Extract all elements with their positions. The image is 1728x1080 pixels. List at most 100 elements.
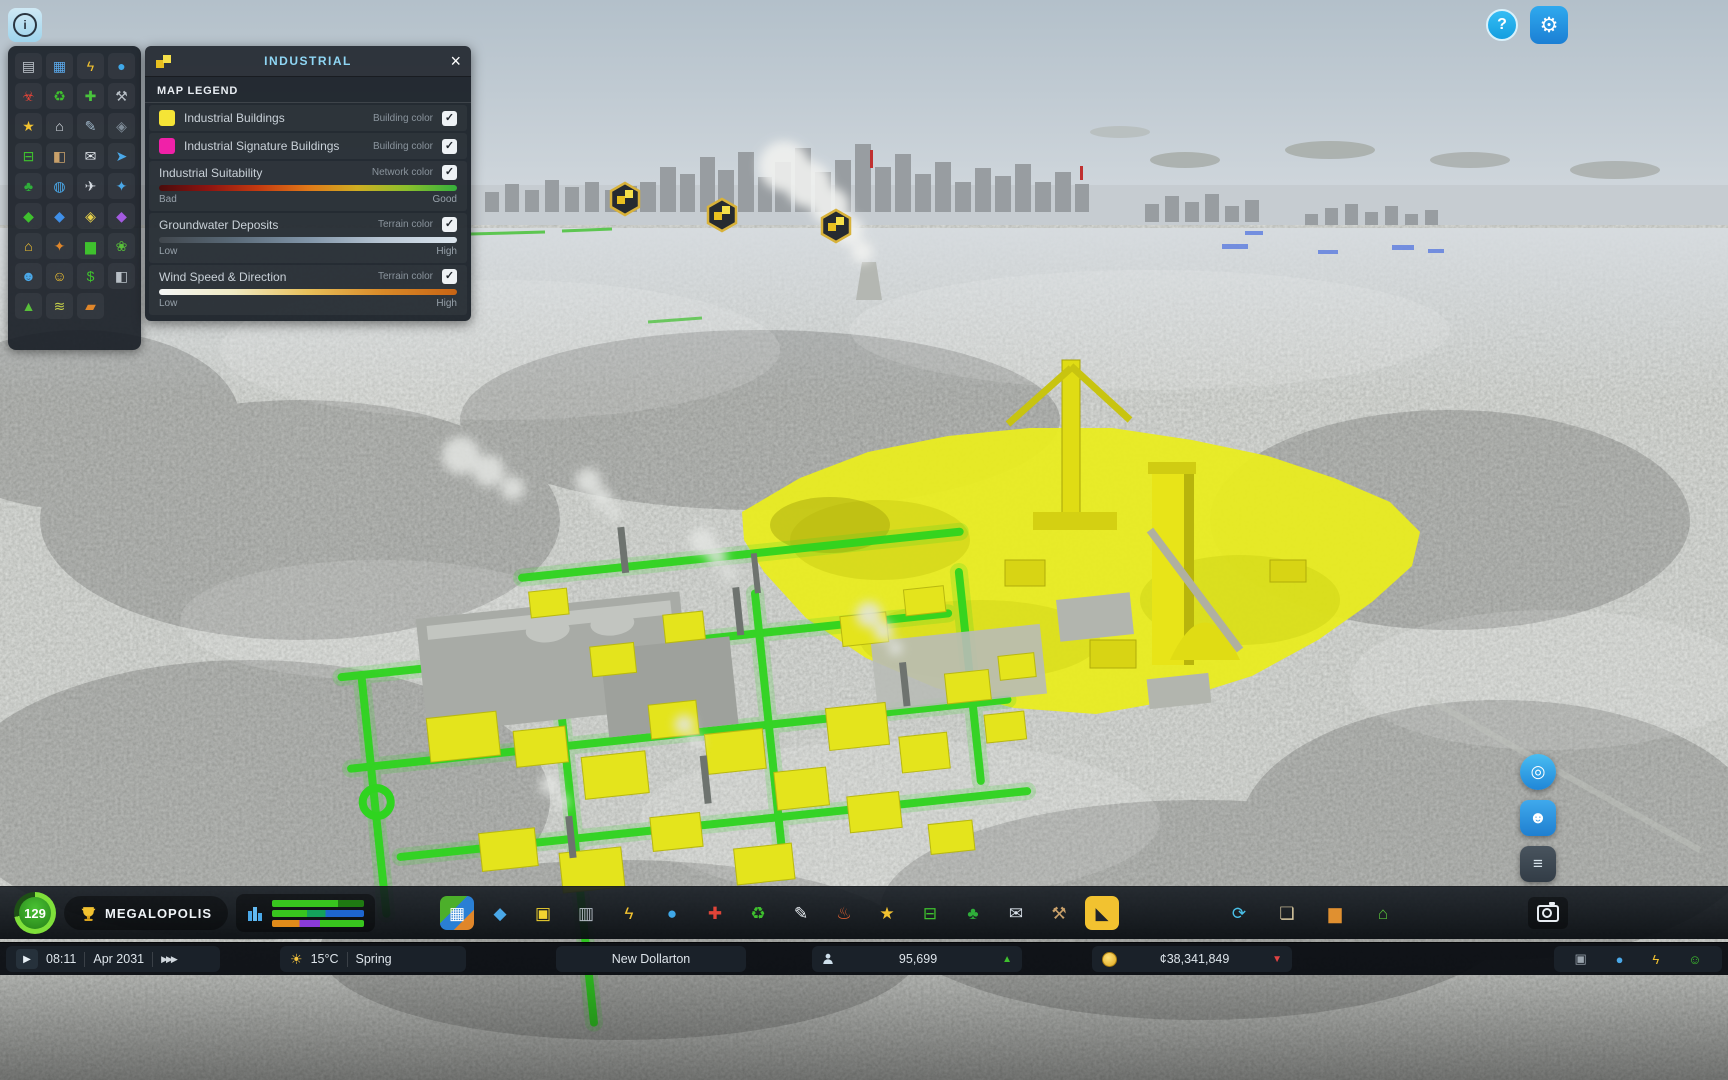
play-button[interactable]: ▶ <box>16 949 38 969</box>
legend-checkbox[interactable]: ✓ <box>442 139 457 154</box>
electricity-tool[interactable]: ϟ <box>612 896 646 930</box>
legend-type-label: Building color <box>373 141 433 152</box>
statistics-button[interactable]: ▆ <box>1318 896 1352 930</box>
citizens-panel-button[interactable]: ☻ <box>1520 800 1556 836</box>
water-status-icon[interactable]: ● <box>1616 952 1624 967</box>
close-icon[interactable]: × <box>450 52 461 70</box>
infoview-citizens[interactable]: ☻ <box>15 263 42 289</box>
infoview-healthcare[interactable]: ✚ <box>77 83 104 109</box>
transportation-tool[interactable]: ⊟ <box>913 896 947 930</box>
industry-map-marker[interactable] <box>822 210 850 242</box>
infoview-postal[interactable]: ➤ <box>108 143 135 169</box>
infoview-terrain[interactable]: ▲ <box>15 293 42 319</box>
status-bar: ▶ 08:11 Apr 2031 ▶▶▶ ☀ 15°C Spring New D… <box>0 942 1728 975</box>
infoview-natural-resources[interactable]: ◈ <box>77 203 104 229</box>
water-sewage-tool[interactable]: ● <box>655 896 689 930</box>
parks-recreation-tool[interactable]: ♣ <box>956 896 990 930</box>
infoview-maintenance[interactable]: ⚒ <box>108 83 135 109</box>
infoview-greenery[interactable]: ❀ <box>108 233 135 259</box>
broadcast-status-icon[interactable]: ▣ <box>1574 951 1586 967</box>
city-log-button[interactable]: ≡ <box>1520 846 1556 882</box>
areas-tool[interactable]: ◆ <box>483 896 517 930</box>
infoview-communications[interactable]: ✉ <box>77 143 104 169</box>
legend-item-wind-speed-direction: Wind Speed & Direction Terrain color ✓ L… <box>149 265 467 315</box>
infoview-education[interactable]: ✎ <box>77 113 104 139</box>
infoview-economy[interactable]: ◧ <box>108 263 135 289</box>
game-screen: i ? ⚙ ▤ ▦ ϟ ● ☣ ♻ ✚ ⚒ ★ ⌂ ✎ ◈ <box>0 0 1728 1080</box>
police-tool[interactable]: ★ <box>870 896 904 930</box>
milestone-name: MEGALOPOLIS <box>105 906 212 921</box>
groundwater-gradient-bar <box>159 237 457 243</box>
info-mode-button[interactable]: i <box>8 8 42 42</box>
divider <box>347 952 348 967</box>
communications-tool[interactable]: ✉ <box>999 896 1033 930</box>
industry-areas-tool[interactable]: ▣ <box>526 896 560 930</box>
legend-checkbox[interactable]: ✓ <box>442 269 457 284</box>
infoview-roads[interactable]: ▦ <box>46 53 73 79</box>
production-chains-button[interactable]: ⟳ <box>1222 896 1256 930</box>
help-button[interactable]: ? <box>1486 9 1518 41</box>
infoview-zones-residential[interactable]: ◆ <box>15 203 42 229</box>
infoview-attractions[interactable]: ✦ <box>108 173 135 199</box>
infoview-electricity[interactable]: ϟ <box>77 53 104 79</box>
electricity-status-icon[interactable]: ϟ <box>1652 952 1659 967</box>
money-widget[interactable]: ¢38,341,849 ▼ <box>1092 946 1292 972</box>
garbage-tool[interactable]: ♻ <box>741 896 775 930</box>
infoview-tourism[interactable]: ✈ <box>77 173 104 199</box>
infoview-recreation[interactable]: ◍ <box>46 173 73 199</box>
infoview-money[interactable]: $ <box>77 263 104 289</box>
photo-mode-button[interactable] <box>1528 897 1568 929</box>
population-widget[interactable]: 95,699 ▲ <box>812 946 1022 972</box>
legend-checkbox[interactable]: ✓ <box>442 217 457 232</box>
infoview-fertile-land[interactable]: ▰ <box>77 293 104 319</box>
industrial-legend-panel: INDUSTRIAL × MAP LEGEND Industrial Build… <box>145 46 471 321</box>
infoview-cargo[interactable]: ◧ <box>46 143 73 169</box>
education-tool[interactable]: ✎ <box>784 896 818 930</box>
infoview-water[interactable]: ● <box>108 53 135 79</box>
infoview-zones-office[interactable]: ◆ <box>108 203 135 229</box>
gradient-max-label: High <box>436 298 457 309</box>
zones-tool[interactable]: ▦ <box>440 896 474 930</box>
infoview-land-value[interactable]: ⌂ <box>15 233 42 259</box>
infoview-research[interactable]: ◈ <box>108 113 135 139</box>
industry-map-marker[interactable] <box>611 183 639 215</box>
legend-label: Industrial Buildings <box>184 111 373 125</box>
roads-tool[interactable]: ▥ <box>569 896 603 930</box>
milestone-pill[interactable]: MEGALOPOLIS <box>64 896 228 930</box>
industry-map-marker[interactable] <box>708 199 736 231</box>
infoview-police[interactable]: ★ <box>15 113 42 139</box>
infoview-pollution[interactable]: ☣ <box>15 83 42 109</box>
legend-label: Wind Speed & Direction <box>159 270 378 284</box>
map-overview-button[interactable]: ◎ <box>1520 754 1556 790</box>
money-value: ¢38,341,849 <box>1125 952 1264 966</box>
legend-label: Industrial Signature Buildings <box>184 139 373 153</box>
infoview-administration[interactable]: ⌂ <box>46 113 73 139</box>
city-name-widget[interactable]: New Dollarton <box>556 946 746 972</box>
infoview-signature-buildings[interactable]: ✦ <box>46 233 73 259</box>
map-tiles-button[interactable]: ❏ <box>1270 896 1304 930</box>
infoview-progression[interactable]: ▤ <box>15 53 42 79</box>
legend-checkbox[interactable]: ✓ <box>442 165 457 180</box>
gradient-max-label: Good <box>433 194 457 205</box>
infoview-transportation[interactable]: ⊟ <box>15 143 42 169</box>
landscaping-tool[interactable]: ⚒ <box>1042 896 1076 930</box>
infoview-parks[interactable]: ♣ <box>15 173 42 199</box>
infoview-happiness[interactable]: ☺ <box>46 263 73 289</box>
happiness-status-icon[interactable]: ☺ <box>1688 952 1701 967</box>
bulldozer-tool[interactable]: ◣ <box>1085 896 1119 930</box>
fire-rescue-tool[interactable]: ♨ <box>827 896 861 930</box>
infoview-wind[interactable]: ≋ <box>46 293 73 319</box>
weather-widget[interactable]: ☀ 15°C Spring <box>280 946 466 972</box>
infoview-garbage[interactable]: ♻ <box>46 83 73 109</box>
demand-widget[interactable] <box>236 894 375 932</box>
infoview-statistics[interactable]: ▆ <box>77 233 104 259</box>
environment-button[interactable]: ⌂ <box>1366 896 1400 930</box>
money-trend-down-icon: ▼ <box>1272 954 1282 965</box>
fast-forward-button[interactable]: ▶▶▶ <box>161 954 176 965</box>
help-icon: ? <box>1497 16 1507 34</box>
legend-checkbox[interactable]: ✓ <box>442 111 457 126</box>
settings-button[interactable]: ⚙ <box>1530 6 1568 44</box>
healthcare-tool[interactable]: ✚ <box>698 896 732 930</box>
infoview-zones-commercial[interactable]: ◆ <box>46 203 73 229</box>
xp-level-badge[interactable]: 129 <box>14 892 56 934</box>
